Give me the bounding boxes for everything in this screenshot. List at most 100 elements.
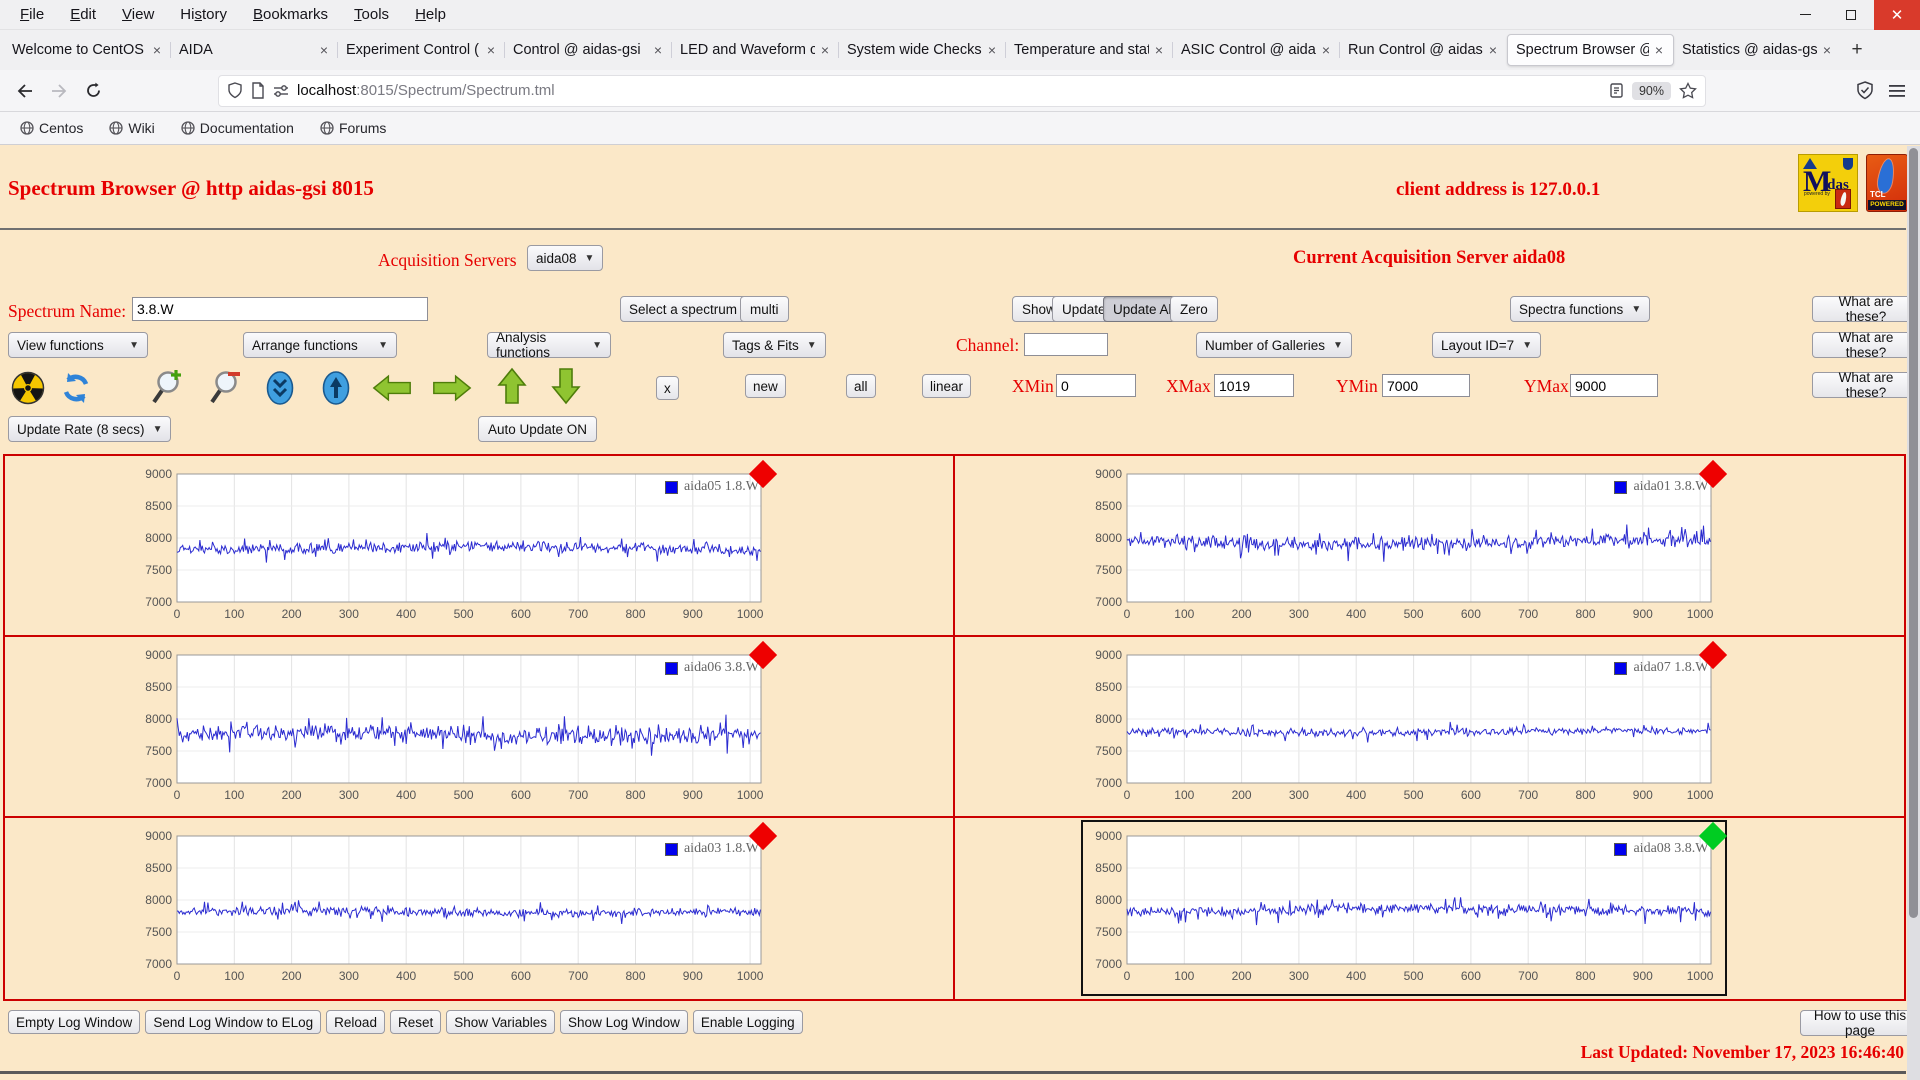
new-button[interactable]: new	[745, 374, 786, 398]
tab-close-icon[interactable]: ×	[652, 42, 664, 58]
zero-spectrum-button[interactable]	[8, 370, 48, 406]
bookmark-wiki[interactable]: Wiki	[101, 117, 162, 139]
xmin-input[interactable]	[1056, 374, 1136, 397]
bookmark-star-icon[interactable]	[1679, 82, 1697, 99]
tab-2[interactable]: Experiment Control ( ×	[338, 34, 505, 66]
tab-close-icon[interactable]: ×	[1487, 42, 1499, 58]
zoom-out-button[interactable]	[206, 370, 246, 406]
tcl-powered-logo[interactable]: TCL POWERED	[1866, 154, 1908, 212]
refresh-spectrum-button[interactable]	[56, 370, 96, 406]
tab-close-icon[interactable]: ×	[1320, 42, 1332, 58]
what-are-these-button-2[interactable]: What are these?	[1812, 332, 1920, 358]
spectra-functions-select[interactable]: Spectra functions▼	[1510, 296, 1650, 322]
spectrum-panel-aida06[interactable]: 9000850080007500700001002003004005006007…	[133, 641, 775, 813]
previous-spectrum-button[interactable]	[372, 370, 412, 406]
tab-close-icon[interactable]: ×	[151, 42, 163, 58]
spectrum-panel-aida01[interactable]: 9000850080007500700001002003004005006007…	[1083, 460, 1725, 632]
tab-5[interactable]: System wide Checks ×	[839, 34, 1006, 66]
tab-3[interactable]: Control @ aidas-gsi ×	[505, 34, 672, 66]
acquisition-server-select[interactable]: aida08▼	[527, 245, 603, 271]
zoom-level-badge[interactable]: 90%	[1632, 82, 1671, 100]
scale-down-button[interactable]	[546, 368, 586, 404]
tab-0[interactable]: Welcome to CentOS ×	[4, 34, 171, 66]
spectrum-panel-aida07[interactable]: 9000850080007500700001002003004005006007…	[1083, 641, 1725, 813]
spectrum-panel-aida05[interactable]: 9000850080007500700001002003004005006007…	[133, 460, 775, 632]
footer-enable-logging[interactable]: Enable Logging	[693, 1010, 803, 1034]
tab-close-icon[interactable]: ×	[986, 42, 998, 58]
spectrum-panel-aida08[interactable]: 9000850080007500700001002003004005006007…	[1083, 822, 1725, 994]
tab-9[interactable]: Spectrum Browser @ ×	[1507, 34, 1674, 66]
tags-fits-select[interactable]: Tags & Fits▼	[723, 332, 826, 358]
tab-close-icon[interactable]: ×	[1153, 42, 1165, 58]
bookmark-forums[interactable]: Forums	[312, 117, 394, 139]
menu-history[interactable]: History	[170, 3, 237, 26]
minimize-button[interactable]	[1782, 0, 1828, 30]
analysis-functions-select[interactable]: Analysis functions▼	[487, 332, 611, 358]
menu-tools[interactable]: Tools	[344, 3, 399, 26]
url-text[interactable]: localhost:8015/Spectrum/Spectrum.tml	[297, 82, 1601, 99]
reader-mode-icon[interactable]	[1609, 83, 1624, 98]
menu-view[interactable]: View	[112, 3, 164, 26]
linear-button[interactable]: linear	[922, 374, 971, 398]
menu-file[interactable]: File	[10, 3, 54, 26]
footer-send-log-window-to-elog[interactable]: Send Log Window to ELog	[145, 1010, 321, 1034]
channel-input[interactable]	[1024, 333, 1108, 356]
close-button[interactable]: ✕	[1874, 0, 1920, 30]
scale-up-button[interactable]	[492, 368, 532, 404]
tab-close-icon[interactable]: ×	[1821, 42, 1833, 58]
what-are-these-button-3[interactable]: What are these?	[1812, 372, 1920, 398]
x-button[interactable]: x	[656, 376, 679, 400]
xmax-input[interactable]	[1214, 374, 1294, 397]
page-up-button[interactable]	[316, 370, 356, 406]
tab-4[interactable]: LED and Waveform c ×	[672, 34, 839, 66]
spectrum-panel-aida03[interactable]: 9000850080007500700001002003004005006007…	[133, 822, 775, 994]
url-bar[interactable]: localhost:8015/Spectrum/Spectrum.tml 90%	[218, 75, 1706, 107]
hamburger-menu-icon[interactable]	[1888, 84, 1906, 98]
tab-10[interactable]: Statistics @ aidas-gsi ×	[1674, 34, 1841, 66]
tab-1[interactable]: AIDA ×	[171, 34, 338, 66]
tab-close-icon[interactable]: ×	[819, 42, 831, 58]
menu-bookmarks[interactable]: Bookmarks	[243, 3, 338, 26]
spectrum-name-input[interactable]	[132, 297, 428, 321]
bookmark-centos[interactable]: Centos	[12, 117, 91, 139]
what-are-these-button-1[interactable]: What are these?	[1812, 296, 1920, 322]
tab-6[interactable]: Temperature and stat ×	[1006, 34, 1173, 66]
footer-reload[interactable]: Reload	[326, 1010, 385, 1034]
view-functions-select[interactable]: View functions▼	[8, 332, 148, 358]
auto-update-button[interactable]: Auto Update ON	[478, 416, 597, 442]
next-spectrum-button[interactable]	[432, 370, 472, 406]
tab-8[interactable]: Run Control @ aidas- ×	[1340, 34, 1507, 66]
ymax-input[interactable]	[1570, 374, 1658, 397]
footer-show-variables[interactable]: Show Variables	[446, 1010, 555, 1034]
page-scrollbar[interactable]	[1907, 146, 1920, 1080]
number-of-galleries-select[interactable]: Number of Galleries▼	[1196, 332, 1352, 358]
arrange-functions-select[interactable]: Arrange functions▼	[243, 332, 397, 358]
midas-logo[interactable]: M idas powered by	[1798, 154, 1858, 212]
menu-help[interactable]: Help	[405, 3, 456, 26]
zoom-in-button[interactable]	[148, 370, 188, 406]
reload-button[interactable]	[76, 76, 110, 106]
bookmark-documentation[interactable]: Documentation	[173, 117, 302, 139]
scrollbar-thumb[interactable]	[1909, 148, 1918, 918]
update-rate-select[interactable]: Update Rate (8 secs)▼	[8, 416, 171, 442]
tab-close-icon[interactable]: ×	[485, 42, 497, 58]
tab-close-icon[interactable]: ×	[1653, 42, 1665, 58]
multi-button[interactable]: multi	[740, 296, 789, 322]
maximize-button[interactable]	[1828, 0, 1874, 30]
page-down-button[interactable]	[260, 370, 300, 406]
zero-button[interactable]: Zero	[1170, 296, 1218, 322]
all-button[interactable]: all	[846, 374, 876, 398]
menu-edit[interactable]: Edit	[60, 3, 106, 26]
tab-close-icon[interactable]: ×	[318, 42, 330, 58]
ymin-input[interactable]	[1382, 374, 1470, 397]
how-to-use-button[interactable]: How to use this page	[1800, 1010, 1920, 1036]
layout-id-select[interactable]: Layout ID=7▼	[1432, 332, 1541, 358]
shield-check-icon[interactable]	[1856, 81, 1874, 100]
footer-reset[interactable]: Reset	[390, 1010, 441, 1034]
footer-show-log-window[interactable]: Show Log Window	[560, 1010, 688, 1034]
new-tab-button[interactable]: +	[1841, 35, 1873, 65]
back-button[interactable]	[8, 76, 42, 106]
forward-button[interactable]	[42, 76, 76, 106]
footer-empty-log-window[interactable]: Empty Log Window	[8, 1010, 140, 1034]
tab-7[interactable]: ASIC Control @ aidas ×	[1173, 34, 1340, 66]
